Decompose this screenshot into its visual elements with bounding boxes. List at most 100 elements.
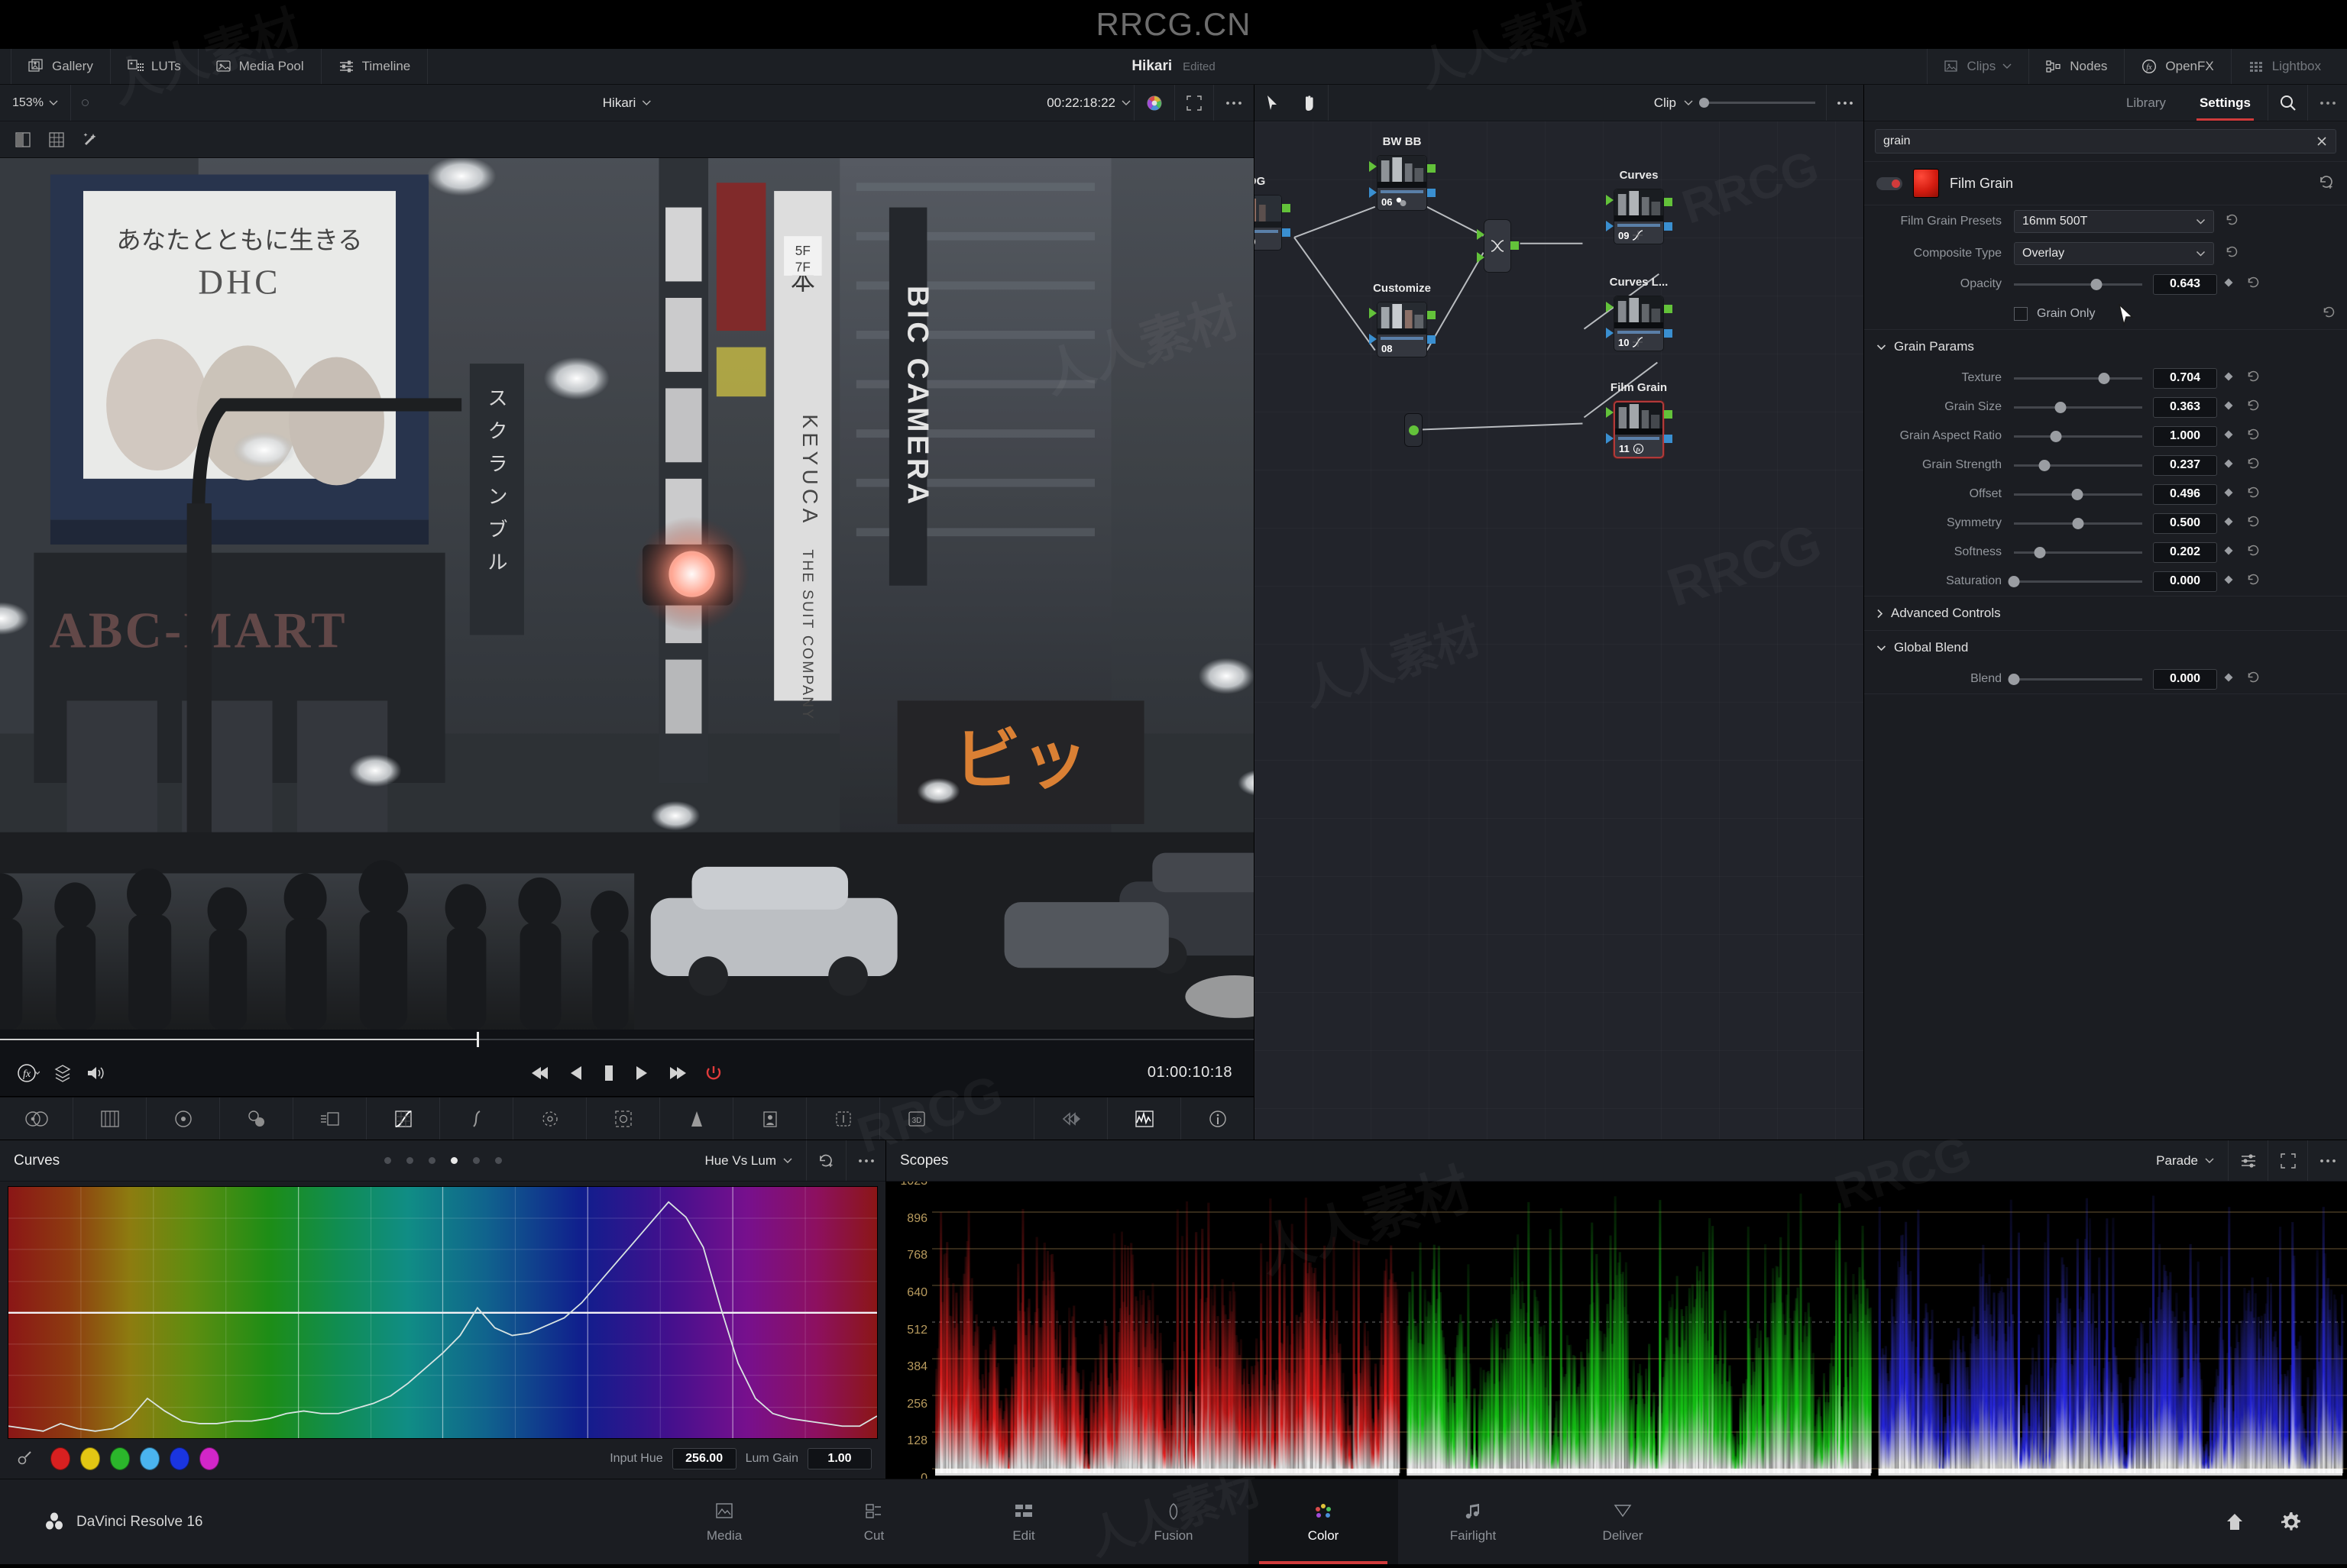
opacity-value[interactable]: 0.643 <box>2153 273 2217 295</box>
toolbar-openfx-button[interactable]: fx OpenFX <box>2124 49 2230 84</box>
motion-effects-tool[interactable] <box>293 1098 367 1140</box>
curves-options-button[interactable] <box>846 1140 885 1181</box>
node-input-port-2[interactable] <box>1477 252 1484 263</box>
effect-enable-toggle[interactable] <box>1876 176 1902 190</box>
swatch-red[interactable] <box>50 1447 70 1470</box>
grain-only-checkbox[interactable] <box>2014 307 2028 321</box>
node-key-output-port[interactable] <box>1427 189 1436 197</box>
page-dot[interactable] <box>384 1157 391 1164</box>
toolbar-lightbox-button[interactable]: Lightbox <box>2230 49 2338 84</box>
node-output-port[interactable] <box>1427 311 1436 319</box>
node-input-port[interactable] <box>1606 302 1614 312</box>
page-tab-color[interactable]: Color <box>1248 1479 1398 1564</box>
page-tab-media[interactable]: Media <box>649 1479 799 1564</box>
opacity-slider[interactable] <box>2014 278 2142 290</box>
global-blend-header[interactable]: Global Blend <box>1864 631 2347 664</box>
select-tool-icon[interactable] <box>1254 85 1291 121</box>
node-zoom-slider[interactable] <box>1699 98 1815 108</box>
toolbar-luts-button[interactable]: LUTs <box>111 49 199 84</box>
scopes-fullscreen-button[interactable] <box>2268 1140 2307 1181</box>
reset-icon[interactable] <box>2240 369 2266 387</box>
viewer-scrubber[interactable] <box>0 1030 1254 1049</box>
node-input-port[interactable] <box>1369 308 1377 318</box>
softness-slider[interactable] <box>2014 546 2142 558</box>
scopes-settings-button[interactable] <box>2228 1140 2268 1181</box>
scrubber-playhead[interactable] <box>476 1032 479 1047</box>
color-wheel-button[interactable] <box>1134 85 1174 121</box>
search-box[interactable] <box>1875 129 2336 154</box>
keyframe-icon[interactable] <box>2217 400 2240 415</box>
toolbar-media-pool-button[interactable]: Media Pool <box>199 49 322 84</box>
node-output-port[interactable] <box>1664 410 1672 419</box>
keyframe-icon[interactable] <box>2217 371 2240 386</box>
advanced-controls-header[interactable]: Advanced Controls <box>1864 596 2347 630</box>
viewer-options-button[interactable] <box>1213 85 1254 121</box>
page-dot[interactable] <box>428 1157 435 1164</box>
power-windows-tool[interactable] <box>587 1098 660 1140</box>
slider-knob[interactable] <box>2098 372 2110 384</box>
tracker-tool[interactable] <box>660 1098 733 1140</box>
effect-reset-button[interactable] <box>2318 173 2335 194</box>
reset-icon[interactable] <box>2240 427 2266 445</box>
toolbar-clips-button[interactable]: Clips <box>1927 49 2028 84</box>
node-key-input-port[interactable] <box>1369 334 1377 344</box>
texture-slider[interactable] <box>2014 372 2142 384</box>
node-key-output-port[interactable] <box>1427 335 1436 344</box>
node-body[interactable]: 5 <box>1254 195 1282 251</box>
swatch-blue[interactable] <box>170 1447 189 1470</box>
magic-mask-tool[interactable] <box>733 1098 807 1140</box>
node-input-port[interactable] <box>1477 229 1484 240</box>
openfx-badge-icon[interactable]: fx <box>17 1062 40 1085</box>
grain-size-value[interactable]: 0.363 <box>2153 396 2217 418</box>
color-wheels-tool[interactable] <box>0 1098 73 1140</box>
scopes-mode-select[interactable]: Parade <box>2142 1153 2228 1169</box>
eyedropper-icon[interactable] <box>14 1449 34 1469</box>
toolbar-timeline-button[interactable]: Timeline <box>322 49 429 84</box>
blur-tool[interactable] <box>807 1098 880 1140</box>
pan-hand-icon[interactable] <box>1291 85 1328 121</box>
reset-icon[interactable] <box>2225 244 2239 263</box>
slider-knob[interactable] <box>2038 459 2051 471</box>
inspector-options-button[interactable] <box>2307 85 2347 121</box>
node-key-output-port[interactable] <box>1282 228 1290 237</box>
jump-to-end-button[interactable] <box>665 1064 687 1082</box>
symmetry-value[interactable]: 0.500 <box>2153 512 2217 534</box>
node-key-output-port[interactable] <box>1664 222 1672 231</box>
grain-size-slider[interactable] <box>2014 401 2142 413</box>
color-space-transform-tool[interactable]: 3D <box>880 1098 953 1140</box>
node-body[interactable]: 11 fx <box>1614 401 1664 458</box>
close-icon[interactable] <box>2316 135 2328 147</box>
node-source-connector[interactable] <box>1404 413 1423 447</box>
reset-icon[interactable] <box>2225 212 2239 231</box>
node-key-input-port[interactable] <box>1606 433 1614 444</box>
blend-slider[interactable] <box>2008 673 2142 685</box>
curves-reset-button[interactable] <box>806 1140 846 1181</box>
node-curves[interactable]: Curves 09 <box>1606 169 1672 244</box>
keyframe-icon[interactable] <box>2217 545 2240 560</box>
node-output-port[interactable] <box>1664 305 1672 313</box>
magic-mask-icon[interactable] <box>75 127 105 153</box>
node-dg[interactable]: DG 5 <box>1254 175 1290 251</box>
node-canvas[interactable]: DG 5 <box>1254 121 1863 1140</box>
viewer-zoom-selector[interactable]: 153% <box>0 96 70 110</box>
play-reverse-button[interactable] <box>569 1064 584 1082</box>
search-icon[interactable] <box>2268 85 2307 121</box>
log-wheels-tool[interactable] <box>147 1098 220 1140</box>
page-tab-fairlight[interactable]: Fairlight <box>1398 1479 1548 1564</box>
grain-aspect-ratio-slider[interactable] <box>2014 430 2142 442</box>
reset-icon[interactable] <box>2240 543 2266 561</box>
node-input-port[interactable] <box>1369 161 1377 172</box>
film-grain-presets-select[interactable]: 16mm 500T <box>2014 210 2214 233</box>
keyframe-icon[interactable] <box>2217 487 2240 502</box>
scopes-options-button[interactable] <box>2307 1140 2347 1181</box>
node-body[interactable]: 10 <box>1614 296 1664 351</box>
slider-knob[interactable] <box>2072 517 2084 529</box>
reset-icon[interactable] <box>2240 514 2266 532</box>
node-output-port[interactable] <box>1282 204 1290 212</box>
swatch-yellow[interactable] <box>80 1447 100 1470</box>
slider-knob[interactable] <box>2008 575 2020 587</box>
node-bw-bb[interactable]: BW BB 06 <box>1369 135 1436 211</box>
gear-icon[interactable] <box>2280 1511 2303 1534</box>
swatch-cyan[interactable] <box>140 1447 160 1470</box>
saturation-value[interactable]: 0.000 <box>2153 571 2217 592</box>
